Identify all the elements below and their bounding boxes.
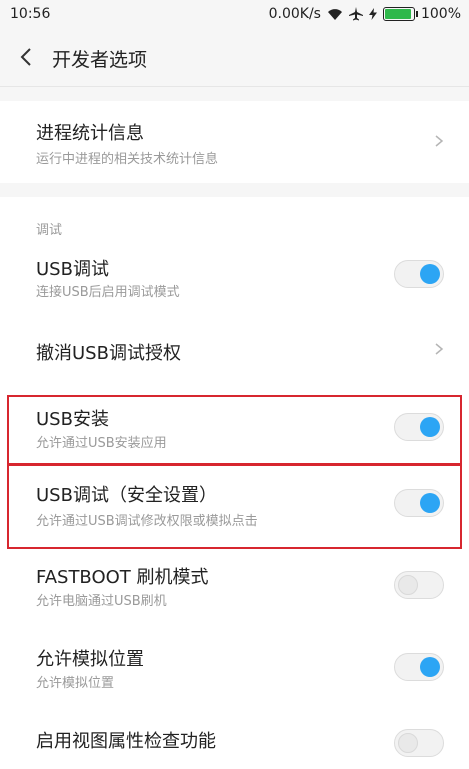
highlight-box-usb-install [7,395,462,465]
section-header-debug: 调试 [0,197,469,238]
setting-desc: 运行中进程的相关技术统计信息 [36,152,219,167]
battery-icon [382,7,418,21]
charging-icon [368,8,377,20]
battery-percent: 100% [420,6,461,22]
divider [0,183,469,197]
app-bar: 开发者选项 [0,30,469,86]
page-title: 开发者选项 [52,49,148,71]
setting-label: 撤消USB调试授权 [36,343,181,364]
setting-process-stats[interactable]: 进程统计信息 运行中进程的相关技术统计信息 [0,101,469,183]
usb-debug-toggle[interactable] [394,260,444,288]
setting-label: 进程统计信息 [36,123,144,144]
fastboot-toggle[interactable] [394,571,444,599]
chevron-right-icon [435,135,444,147]
status-time: 10:56 [10,6,51,22]
chevron-right-icon [435,343,444,355]
setting-label: FASTBOOT 刷机模式 [36,567,209,588]
setting-desc: 允许电脑通过USB刷机 [36,594,167,609]
setting-desc: 连接USB后启用调试模式 [36,285,180,300]
setting-label: 启用视图属性检查功能 [36,731,216,752]
airplane-icon [348,7,363,21]
view-attr-toggle[interactable] [394,729,444,757]
back-arrow-icon[interactable] [16,46,38,68]
setting-view-attr[interactable]: 启用视图属性检查功能 [0,705,469,769]
mock-location-toggle[interactable] [394,653,444,681]
setting-usb-debug[interactable]: USB调试 连接USB后启用调试模式 [0,235,469,311]
divider [0,86,469,101]
setting-fastboot[interactable]: FASTBOOT 刷机模式 允许电脑通过USB刷机 [0,541,469,623]
setting-desc: 允许模拟位置 [36,676,115,691]
setting-revoke-usb[interactable]: 撤消USB调试授权 [0,311,469,387]
network-speed: 0.00K/s [268,6,321,22]
setting-mock-location[interactable]: 允许模拟位置 允许模拟位置 [0,623,469,705]
wifi-icon [327,9,342,20]
setting-label: USB调试 [36,259,109,280]
setting-label: 允许模拟位置 [36,649,144,670]
highlight-box-usb-debug-secure [7,464,462,549]
status-bar: 10:56 0.00K/s 100% [0,0,469,30]
